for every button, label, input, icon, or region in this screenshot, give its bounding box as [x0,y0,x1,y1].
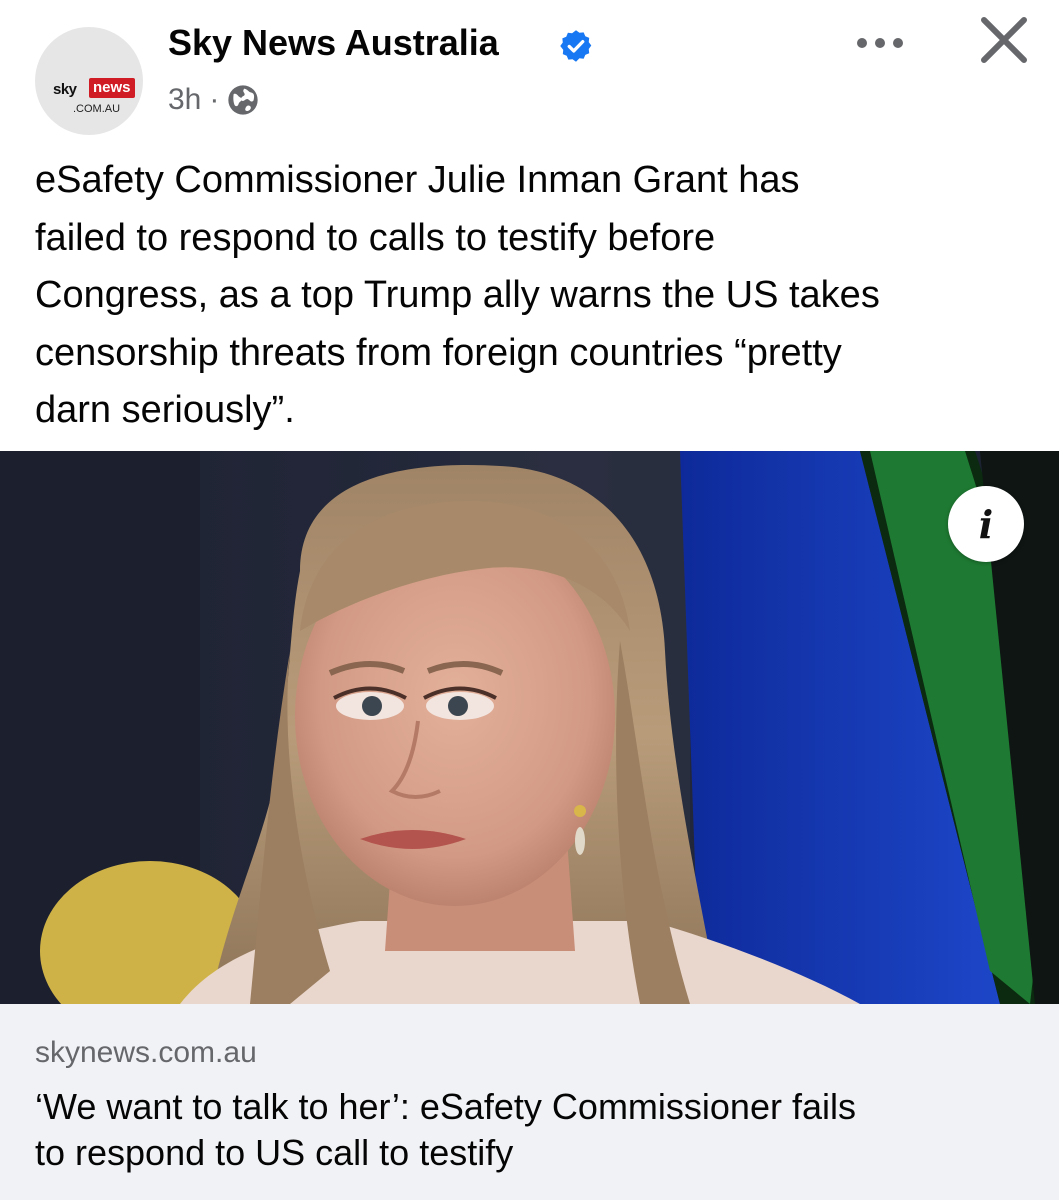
post-message: eSafety Commissioner Julie Inman Grant h… [35,152,1025,440]
logo-sky-text: sky [53,81,77,98]
globe-icon[interactable] [227,84,259,116]
link-title-line: ‘We want to talk to her’: eSafety Commis… [35,1086,856,1127]
post-timestamp[interactable]: 3h [168,83,201,117]
post-message-line: darn seriously”. [35,389,295,431]
logo-news-text: news [89,78,135,98]
link-domain: skynews.com.au [35,1036,257,1069]
meta-separator: · [209,83,220,116]
close-icon[interactable] [978,14,1030,66]
link-title-line: to respond to US call to testify [35,1132,514,1173]
more-options-icon[interactable] [850,28,910,58]
post-message-line: Congress, as a top Trump ally warns the … [35,274,880,316]
post-header: sky news .COM.AU Sky News Australia 3h · [0,0,1059,140]
info-icon: i [978,501,994,547]
sky-news-logo: sky news .COM.AU [45,51,135,115]
image-info-button[interactable]: i [948,486,1024,562]
logo-domain-text: .COM.AU [73,103,121,115]
link-preview-card[interactable]: skynews.com.au ‘We want to talk to her’:… [0,1004,1059,1200]
page-avatar[interactable]: sky news .COM.AU [35,27,143,135]
link-title[interactable]: ‘We want to talk to her’: eSafety Commis… [35,1084,1025,1176]
post-message-line: eSafety Commissioner Julie Inman Grant h… [35,159,800,201]
post-image[interactable] [0,451,1059,1004]
portrait-photo [0,451,1059,1004]
post-message-line: censorship threats from foreign countrie… [35,331,842,374]
post-meta: 3h · [168,80,259,120]
page-name-link[interactable]: Sky News Australia [168,22,499,64]
post-message-line: failed to respond to calls to testify be… [35,216,716,259]
verified-badge-icon [560,30,592,62]
